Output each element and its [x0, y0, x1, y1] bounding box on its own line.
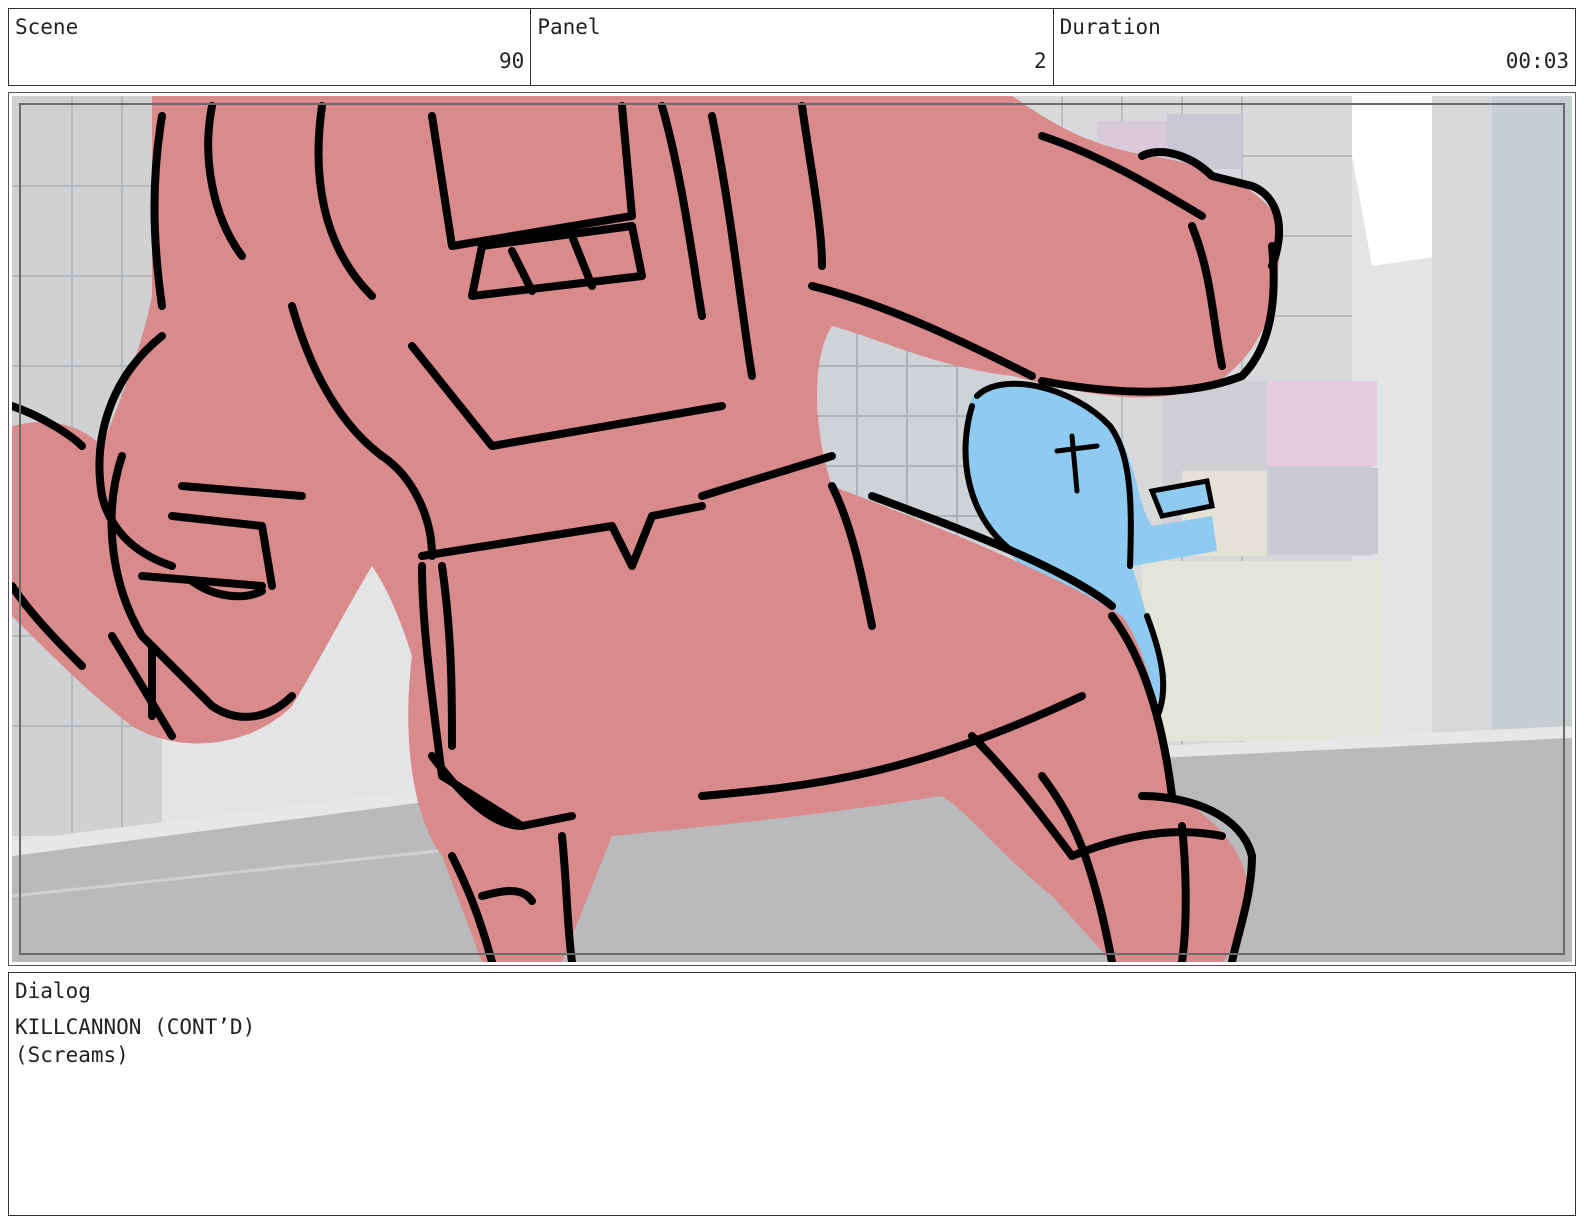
- lower-facade: [1142, 561, 1382, 741]
- dialog-label: Dialog: [15, 979, 91, 1003]
- dialog-box[interactable]: Dialog KILLCANNON (CONT’D) (Screams): [8, 972, 1576, 1216]
- storyboard-sketch-image: [12, 96, 1572, 962]
- storyboard-frame[interactable]: [8, 92, 1576, 966]
- duration-label: Duration: [1059, 15, 1161, 39]
- duration-value: 00:03: [1505, 49, 1569, 73]
- scene-label: Scene: [15, 15, 79, 39]
- panel-cell: Panel 2: [531, 9, 1054, 85]
- billboard-gray: [1270, 468, 1378, 554]
- panel-number: 2: [1034, 49, 1047, 73]
- scene-number: 90: [499, 49, 525, 73]
- dialog-parenthetical: (Screams): [15, 1043, 129, 1067]
- billboard-magenta: [1267, 381, 1377, 466]
- panel-label: Panel: [537, 15, 601, 39]
- round-tower: [1492, 96, 1572, 736]
- scene-cell: Scene 90: [9, 9, 532, 85]
- duration-cell: Duration 00:03: [1054, 9, 1575, 85]
- billboard-lavender: [1167, 114, 1242, 169]
- dialog-text: KILLCANNON (CONT’D) (Screams): [15, 1013, 255, 1069]
- panel-header: Scene 90 Panel 2 Duration 00:03: [8, 8, 1576, 86]
- dialog-character-name: KILLCANNON (CONT’D): [15, 1015, 256, 1039]
